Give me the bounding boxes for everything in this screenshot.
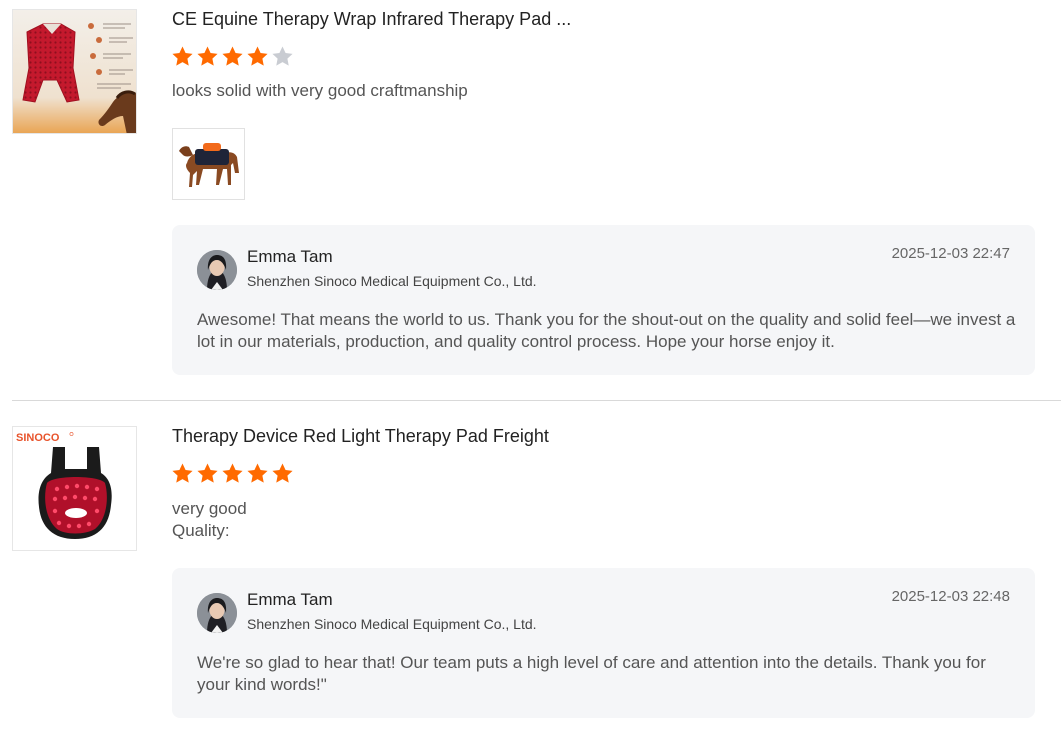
star-filled-icon <box>222 463 243 483</box>
avatar <box>197 250 237 290</box>
review-photo[interactable] <box>172 128 245 200</box>
star-filled-icon <box>222 46 243 66</box>
reply-author-name: Emma Tam <box>247 590 333 609</box>
star-filled-icon <box>272 463 293 483</box>
star-filled-icon <box>172 46 193 66</box>
star-filled-icon <box>247 46 268 66</box>
avatar <box>197 593 237 633</box>
user-avatar-icon <box>197 250 237 290</box>
star-filled-icon <box>197 46 218 66</box>
seller-reply: Emma Tam Shenzhen Sinoco Medical Equipme… <box>172 225 1035 375</box>
review-comment: very good Quality: <box>172 498 247 542</box>
product-thumbnail[interactable]: SINOCO <box>12 426 137 551</box>
user-avatar-icon <box>197 593 237 633</box>
reply-timestamp: 2025-12-03 22:47 <box>891 245 1010 262</box>
product-title[interactable]: Therapy Device Red Light Therapy Pad Fre… <box>172 426 549 447</box>
star-filled-icon <box>197 463 218 483</box>
horse-photo-image <box>173 129 244 199</box>
rating-stars <box>171 45 294 68</box>
reply-company-name: Shenzhen Sinoco Medical Equipment Co., L… <box>247 616 537 632</box>
review-comment: looks solid with very good craftmanship <box>172 80 468 102</box>
review-comment-line: very good <box>172 499 247 518</box>
review-comment-line: looks solid with very good craftmanship <box>172 81 468 100</box>
star-filled-icon <box>172 463 193 483</box>
product-title[interactable]: CE Equine Therapy Wrap Infrared Therapy … <box>172 9 571 30</box>
reply-timestamp: 2025-12-03 22:48 <box>891 588 1010 605</box>
star-empty-icon <box>272 46 293 66</box>
reply-company-name: Shenzhen Sinoco Medical Equipment Co., L… <box>247 273 537 289</box>
red-light-pad-product-image: SINOCO <box>13 427 136 550</box>
equine-wrap-product-image <box>13 10 136 133</box>
reply-text: We're so glad to hear that! Our team put… <box>197 653 986 694</box>
review-item: CE Equine Therapy Wrap Infrared Therapy … <box>0 0 1061 400</box>
rating-stars <box>171 462 294 485</box>
star-filled-icon <box>247 463 268 483</box>
reply-author-name: Emma Tam <box>247 247 333 266</box>
review-comment-line: Quality: <box>172 521 230 540</box>
product-thumbnail[interactable] <box>12 9 137 134</box>
seller-reply: Emma Tam Shenzhen Sinoco Medical Equipme… <box>172 568 1035 718</box>
brand-logo-text: SINOCO <box>16 432 60 444</box>
reply-text: Awesome! That means the world to us. Tha… <box>197 310 1016 351</box>
review-item: SINOCO Therapy Device Red Light Therapy … <box>0 401 1061 730</box>
